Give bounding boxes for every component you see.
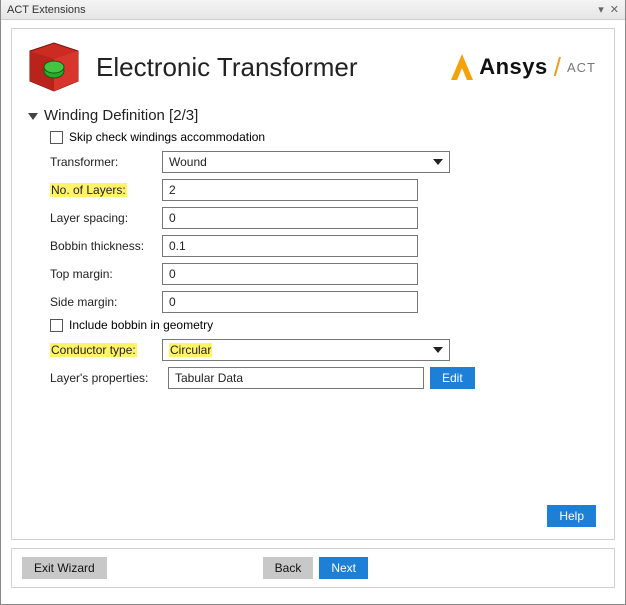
skip-check-label: Skip check windings accommodation: [69, 130, 265, 144]
side-margin-label: Side margin:: [50, 295, 162, 309]
brand-name: Ansys: [479, 54, 548, 80]
conductor-type-value: Circular: [169, 343, 212, 357]
chevron-down-icon: [433, 347, 443, 353]
layer-spacing-label: Layer spacing:: [50, 211, 162, 225]
conductor-type-label: Conductor type:: [50, 343, 162, 357]
chevron-down-icon: [28, 113, 38, 120]
page-header: Electronic Transformer Ansys / ACT: [26, 41, 604, 93]
layer-spacing-input[interactable]: [162, 207, 418, 229]
wizard-footer: Exit Wizard Back Next: [11, 548, 615, 588]
section-header[interactable]: Winding Definition [2/3]: [28, 107, 604, 124]
edit-button[interactable]: Edit: [430, 367, 475, 389]
layers-props-input: [168, 367, 424, 389]
side-margin-input[interactable]: [162, 291, 418, 313]
bobbin-thickness-input[interactable]: [162, 235, 418, 257]
layers-label: No. of Layers:: [50, 183, 162, 197]
brand-sub: ACT: [567, 60, 596, 75]
app-title: Electronic Transformer: [96, 52, 358, 83]
transformer-value: Wound: [169, 155, 207, 169]
transformer-label: Transformer:: [50, 155, 162, 169]
include-bobbin-checkbox[interactable]: [50, 319, 63, 332]
exit-wizard-button[interactable]: Exit Wizard: [22, 557, 107, 579]
window-titlebar: ACT Extensions ▾ ✕: [1, 0, 625, 20]
brand-slash-icon: /: [554, 52, 561, 83]
window-title: ACT Extensions: [7, 4, 86, 16]
next-button[interactable]: Next: [319, 557, 368, 579]
back-button[interactable]: Back: [263, 557, 314, 579]
minimize-icon[interactable]: ▾: [598, 3, 604, 16]
include-bobbin-label: Include bobbin in geometry: [69, 318, 213, 332]
layers-input[interactable]: [162, 179, 418, 201]
brand-logo: Ansys / ACT: [451, 52, 596, 83]
close-icon[interactable]: ✕: [610, 3, 619, 16]
chevron-down-icon: [433, 159, 443, 165]
layers-props-label: Layer's properties:: [50, 371, 162, 385]
top-margin-input[interactable]: [162, 263, 418, 285]
transformer-select[interactable]: Wound: [162, 151, 450, 173]
help-button[interactable]: Help: [547, 505, 596, 527]
app-icon: [26, 41, 82, 93]
conductor-type-select[interactable]: Circular: [162, 339, 450, 361]
ansys-a-icon: [451, 54, 473, 80]
section-title: Winding Definition [2/3]: [44, 107, 198, 124]
skip-check-checkbox[interactable]: [50, 131, 63, 144]
bobbin-thickness-label: Bobbin thickness:: [50, 239, 162, 253]
top-margin-label: Top margin:: [50, 267, 162, 281]
